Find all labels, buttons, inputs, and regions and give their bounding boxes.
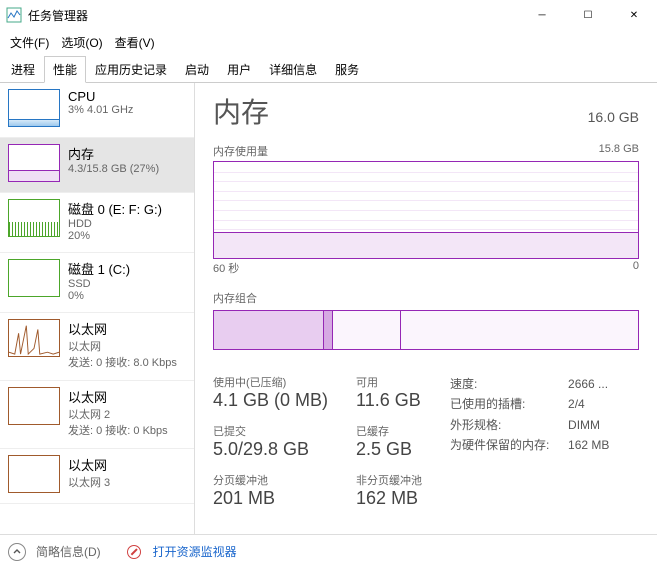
stat-cached-label: 已缓存 <box>356 423 422 439</box>
sidebar-item-eth1[interactable]: 以太网 以太网 发送: 0 接收: 8.0 Kbps <box>0 313 194 381</box>
thumb-eth3 <box>8 455 60 493</box>
detail-slots-k: 已使用的插槽: <box>450 394 560 414</box>
main-panel: 内存 16.0 GB 内存使用量 15.8 GB 60 秒 0 内存组合 <box>195 83 657 534</box>
axis-right: 0 <box>633 260 639 276</box>
sidebar-eth1-name: 以太网 <box>68 319 186 338</box>
sidebar-eth1-sub2: 发送: 0 接收: 8.0 Kbps <box>68 354 186 370</box>
detail-slots-v: 2/4 <box>568 394 585 414</box>
thumb-cpu <box>8 89 60 127</box>
page-title: 内存 <box>213 91 269 131</box>
stat-in-use-val: 4.1 GB (0 MB) <box>213 390 328 411</box>
tab-app-history[interactable]: 应用历史记录 <box>86 56 176 83</box>
detail-reserved-k: 为硬件保留的内存: <box>450 435 560 455</box>
sidebar-eth1-sub: 以太网 <box>68 338 186 354</box>
usage-graph-label: 内存使用量 <box>213 143 268 159</box>
sidebar-item-disk1[interactable]: 磁盘 1 (C:) SSD 0% <box>0 253 194 313</box>
sidebar-eth2-sub2: 发送: 0 接收: 0 Kbps <box>68 422 186 438</box>
stat-avail-val: 11.6 GB <box>356 390 422 411</box>
sidebar-disk0-sub2: 20% <box>68 230 186 242</box>
open-resource-monitor-link[interactable]: 打开资源监视器 <box>153 543 237 560</box>
detail-speed-k: 速度: <box>450 374 560 394</box>
menu-view[interactable]: 查看(V) <box>109 32 161 53</box>
sidebar-mem-sub: 4.3/15.8 GB (27%) <box>68 163 186 175</box>
usage-graph-max: 15.8 GB <box>599 143 639 159</box>
stat-nonpaged-label: 非分页缓冲池 <box>356 472 422 488</box>
sidebar-disk1-sub: SSD <box>68 278 186 290</box>
detail-form-k: 外形规格: <box>450 415 560 435</box>
thumb-eth2 <box>8 387 60 425</box>
tab-startup[interactable]: 启动 <box>176 56 218 83</box>
stat-cached-val: 2.5 GB <box>356 439 422 460</box>
perf-sidebar: CPU 3% 4.01 GHz 内存 4.3/15.8 GB (27%) 磁盘 … <box>0 83 195 534</box>
tab-details[interactable]: 详细信息 <box>260 56 326 83</box>
detail-speed-v: 2666 ... <box>568 374 608 394</box>
fewer-details-button[interactable]: 简略信息(D) <box>36 543 101 560</box>
tab-processes[interactable]: 进程 <box>2 56 44 83</box>
title-bar: 任务管理器 ─ ☐ ✕ <box>0 0 657 30</box>
maximize-button[interactable]: ☐ <box>565 0 611 30</box>
axis-left: 60 秒 <box>213 260 239 276</box>
minimize-button[interactable]: ─ <box>519 0 565 30</box>
sidebar-disk0-sub: HDD <box>68 218 186 230</box>
stat-in-use-label: 使用中(已压缩) <box>213 374 328 390</box>
window-title: 任务管理器 <box>28 7 519 24</box>
menu-file[interactable]: 文件(F) <box>4 32 55 53</box>
sidebar-item-cpu[interactable]: CPU 3% 4.01 GHz <box>0 83 194 138</box>
menu-options[interactable]: 选项(O) <box>55 32 108 53</box>
tab-performance[interactable]: 性能 <box>44 56 86 83</box>
sidebar-cpu-sub: 3% 4.01 GHz <box>68 104 186 116</box>
sidebar-disk1-sub2: 0% <box>68 290 186 302</box>
tab-services[interactable]: 服务 <box>326 56 368 83</box>
thumb-memory <box>8 144 60 182</box>
memory-composition-graph <box>213 310 639 350</box>
stat-committed-val: 5.0/29.8 GB <box>213 439 328 460</box>
resource-monitor-icon <box>127 545 141 559</box>
close-button[interactable]: ✕ <box>611 0 657 30</box>
thumb-eth1 <box>8 319 60 357</box>
sidebar-eth3-sub: 以太网 3 <box>68 474 186 490</box>
stat-paged-label: 分页缓冲池 <box>213 472 328 488</box>
fewer-details-icon[interactable] <box>8 543 26 561</box>
menu-bar: 文件(F) 选项(O) 查看(V) <box>0 30 657 55</box>
sidebar-disk0-name: 磁盘 0 (E: F: G:) <box>68 199 186 218</box>
stat-nonpaged-val: 162 MB <box>356 488 422 509</box>
sidebar-item-disk0[interactable]: 磁盘 0 (E: F: G:) HDD 20% <box>0 193 194 253</box>
thumb-disk0 <box>8 199 60 237</box>
app-icon <box>6 7 22 23</box>
memory-total: 16.0 GB <box>588 109 639 125</box>
stat-committed-label: 已提交 <box>213 423 328 439</box>
sidebar-mem-name: 内存 <box>68 144 186 163</box>
sidebar-eth2-sub: 以太网 2 <box>68 406 186 422</box>
sidebar-item-memory[interactable]: 内存 4.3/15.8 GB (27%) <box>0 138 194 193</box>
sidebar-eth3-name: 以太网 <box>68 455 186 474</box>
memory-usage-graph <box>213 161 639 259</box>
tab-strip: 进程 性能 应用历史记录 启动 用户 详细信息 服务 <box>0 55 657 83</box>
stat-paged-val: 201 MB <box>213 488 328 509</box>
sidebar-eth2-name: 以太网 <box>68 387 186 406</box>
status-bar: 简略信息(D) 打开资源监视器 <box>0 534 657 568</box>
sidebar-disk1-name: 磁盘 1 (C:) <box>68 259 186 278</box>
tab-users[interactable]: 用户 <box>218 56 260 83</box>
sidebar-item-eth2[interactable]: 以太网 以太网 2 发送: 0 接收: 0 Kbps <box>0 381 194 449</box>
detail-reserved-v: 162 MB <box>568 435 609 455</box>
sidebar-cpu-name: CPU <box>68 89 186 104</box>
memory-details-table: 速度: 2666 ... 已使用的插槽: 2/4 外形规格: DIMM 为硬件保留的内… <box>450 374 609 509</box>
composition-label: 内存组合 <box>213 290 639 306</box>
sidebar-item-eth3[interactable]: 以太网 以太网 3 <box>0 449 194 504</box>
detail-form-v: DIMM <box>568 415 600 435</box>
stat-avail-label: 可用 <box>356 374 422 390</box>
thumb-disk1 <box>8 259 60 297</box>
